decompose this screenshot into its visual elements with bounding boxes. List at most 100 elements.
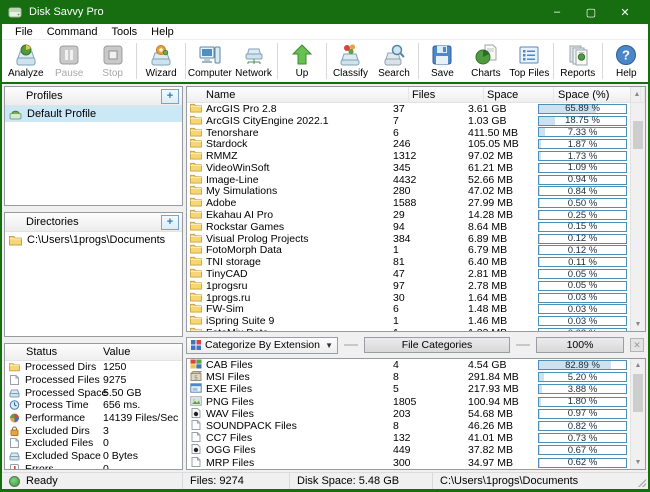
table-row[interactable]: VideoWinSoft 345 61.21 MB 1.09 % xyxy=(187,162,630,174)
up-icon xyxy=(290,43,314,67)
ready-status-text: Ready xyxy=(26,475,58,487)
table-row[interactable]: Ekahau AI Pro 29 14.28 MB 0.25 % xyxy=(187,209,630,221)
add-directory-button[interactable]: + xyxy=(161,214,179,230)
column-header-files[interactable]: Files xyxy=(409,87,484,102)
minimize-button[interactable]: – xyxy=(540,0,574,24)
table-row[interactable]: CAB Files 4 4.54 GB 82.89 % xyxy=(187,359,630,371)
table-row[interactable]: CC7 Files 132 41.01 MB 0.73 % xyxy=(187,432,630,444)
table-row[interactable]: 1progsru 97 2.78 MB 0.05 % xyxy=(187,280,630,292)
value-column-header: Value xyxy=(103,346,131,358)
close-button[interactable]: ✕ xyxy=(608,0,642,24)
file-list-scrollbar[interactable]: ▼ xyxy=(630,103,645,331)
table-row[interactable]: PNG Files 1805 100.94 MB 1.80 % xyxy=(187,396,630,408)
table-row[interactable]: Tenorshare 6 411.50 MB 7.33 % xyxy=(187,127,630,139)
file-rows: ArcGIS Pro 2.8 37 3.61 GB 65.89 % ArcGIS… xyxy=(187,103,630,331)
table-row[interactable]: Visual Prolog Projects 384 6.89 MB 0.12 … xyxy=(187,233,630,245)
scroll-down-arrow[interactable]: ▼ xyxy=(631,456,645,469)
status-row[interactable]: Excluded Space 0 Bytes xyxy=(5,450,182,463)
files-count-text: Files: 9274 xyxy=(190,475,244,487)
toolbar-button-analyze[interactable]: Analyze xyxy=(4,41,47,82)
table-row[interactable]: MRP Files 300 34.97 MB 0.62 % xyxy=(187,456,630,469)
toolbar-button-top-files[interactable]: Top Files xyxy=(508,41,551,82)
splitter-handle[interactable] xyxy=(516,344,530,346)
table-row[interactable]: 5 MSI Files 8 291.84 MB 5.20 % xyxy=(187,371,630,383)
menu-item-tools[interactable]: Tools xyxy=(104,26,144,38)
toolbar-button-search[interactable]: Search xyxy=(372,41,415,82)
help-icon: ? xyxy=(614,43,638,67)
menu-item-command[interactable]: Command xyxy=(40,26,105,38)
table-row[interactable]: RMMZ 1312 97.02 MB 1.73 % xyxy=(187,150,630,162)
menu-bar: File Command Tools Help xyxy=(2,24,648,39)
toolbar-button-wizard[interactable]: Wizard xyxy=(139,41,182,82)
resize-grip[interactable] xyxy=(638,479,646,487)
table-row[interactable]: Rockstar Games 94 8.64 MB 0.15 % xyxy=(187,221,630,233)
table-row[interactable]: ArcGIS Pro 2.8 37 3.61 GB 65.89 % xyxy=(187,103,630,115)
table-row[interactable]: FotoMorph Data 1 6.79 MB 0.12 % xyxy=(187,244,630,256)
directory-item[interactable]: C:\Users\1progs\Documents xyxy=(5,232,182,248)
table-row[interactable]: Adobe 1588 27.99 MB 0.50 % xyxy=(187,197,630,209)
file-categories-button[interactable]: File Categories xyxy=(364,337,510,353)
space-percent-bar: 0.73 % xyxy=(538,433,627,444)
add-profile-button[interactable]: + xyxy=(161,88,179,104)
ready-status-icon xyxy=(9,475,20,487)
folder-icon xyxy=(9,362,20,372)
status-row[interactable]: Errors 0 xyxy=(5,463,182,469)
space-percent-bar: 1.80 % xyxy=(538,396,627,407)
scroll-up-arrow[interactable]: ▲ xyxy=(631,359,645,372)
categorize-dropdown[interactable]: Categorize By Extension ▼ xyxy=(186,336,338,354)
toolbar-button-save[interactable]: Save xyxy=(421,41,464,82)
toolbar-button-computer[interactable]: Computer xyxy=(188,41,232,82)
audio-icon xyxy=(190,444,202,455)
app-window: Disk Savvy Pro – ▢ ✕ File Command Tools Hel… xyxy=(0,0,650,492)
table-row[interactable]: FW-Sim 6 1.48 MB 0.03 % xyxy=(187,303,630,315)
scrollbar-thumb[interactable] xyxy=(633,374,643,412)
table-row[interactable]: OGG Files 449 37.82 MB 0.67 % xyxy=(187,444,630,456)
space-percent-bar: 0.15 % xyxy=(538,221,627,232)
toolbar-button-reports[interactable]: Reports xyxy=(556,41,599,82)
space-percent-bar: 7.33 % xyxy=(538,127,627,138)
lock-icon xyxy=(9,426,20,436)
toolbar-button-up[interactable]: Up xyxy=(280,41,323,82)
table-row[interactable]: EXE Files 5 217.93 MB 3.88 % xyxy=(187,383,630,395)
toolbar-button-network[interactable]: Network xyxy=(232,41,275,82)
table-row[interactable]: ArcGIS CityEngine 2022.1 7 1.03 GB 18.75… xyxy=(187,115,630,127)
table-row[interactable]: TNI storage 81 6.40 MB 0.11 % xyxy=(187,256,630,268)
maximize-button[interactable]: ▢ xyxy=(574,0,608,24)
close-categories-icon[interactable]: ✕ xyxy=(630,338,644,352)
table-row[interactable]: SOUNDPACK Files 8 46.26 MB 0.82 % xyxy=(187,420,630,432)
table-row[interactable]: FotoMix Data 1 1.33 MB 0.03 % xyxy=(187,327,630,331)
table-row[interactable]: Image-Line 4432 52.66 MB 0.94 % xyxy=(187,174,630,186)
profile-item[interactable]: Default Profile xyxy=(5,106,182,122)
msi-icon: 5 xyxy=(190,371,202,382)
table-row[interactable]: WAV Files 203 54.68 MB 0.97 % xyxy=(187,407,630,420)
directories-list: C:\Users\1progs\Documents xyxy=(5,232,182,248)
status-row[interactable]: Processed Space 5.50 GB xyxy=(5,386,182,399)
zoom-level-button[interactable]: 100% xyxy=(536,337,624,353)
toolbar-button-classify[interactable]: Classify xyxy=(329,41,372,82)
toolbar-separator xyxy=(325,43,327,79)
menu-item-help[interactable]: Help xyxy=(144,26,181,38)
space-percent-bar: 0.03 % xyxy=(538,304,627,315)
space-percent-bar: 3.88 % xyxy=(538,384,627,395)
status-row[interactable]: Excluded Dirs 3 xyxy=(5,424,182,437)
column-header-space[interactable]: Space xyxy=(484,87,554,102)
status-row[interactable]: Performance 14139 Files/Sec xyxy=(5,412,182,425)
table-row[interactable]: 1progs.ru 30 1.64 MB 0.03 % xyxy=(187,292,630,304)
column-header-space-pct[interactable]: Space (%) xyxy=(554,87,630,102)
table-row[interactable]: iSpring Suite 9 1 1.46 MB 0.03 % xyxy=(187,315,630,327)
scroll-down-arrow[interactable]: ▼ xyxy=(631,318,645,331)
splitter-handle[interactable] xyxy=(344,344,358,346)
status-row[interactable]: Excluded Files 0 xyxy=(5,437,182,450)
status-row[interactable]: Processed Dirs 1250 xyxy=(5,361,182,374)
menu-item-file[interactable]: File xyxy=(8,26,40,38)
status-row[interactable]: Processed Files 9275 xyxy=(5,374,182,387)
column-header-name[interactable]: Name xyxy=(187,87,409,102)
category-list-scrollbar[interactable]: ▲ ▼ xyxy=(630,359,645,469)
scrollbar-thumb[interactable] xyxy=(633,121,643,149)
table-row[interactable]: Stardock 246 105.05 MB 1.87 % xyxy=(187,138,630,150)
toolbar-button-charts[interactable]: Charts xyxy=(464,41,507,82)
table-row[interactable]: TinyCAD 47 2.81 MB 0.05 % xyxy=(187,268,630,280)
status-row[interactable]: Process Time 656 ms. xyxy=(5,399,182,412)
table-row[interactable]: My Simulations 280 47.02 MB 0.84 % xyxy=(187,185,630,197)
toolbar-button-help[interactable]: ? Help xyxy=(605,41,648,82)
